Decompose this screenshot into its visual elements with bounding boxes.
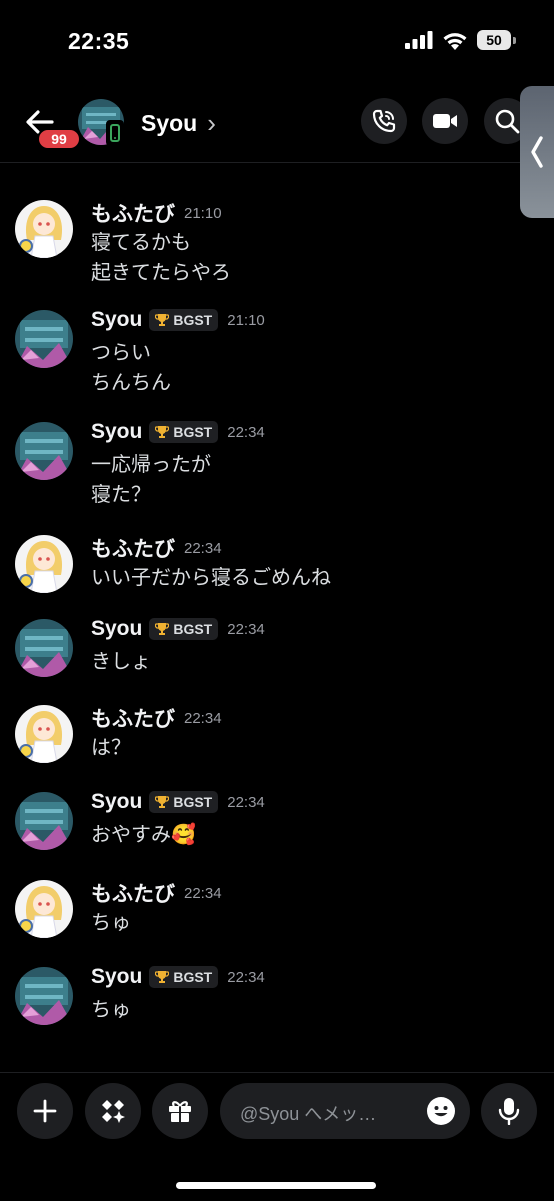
message-timestamp: 22:34 — [227, 620, 265, 638]
guild-tag[interactable]: BGST — [149, 791, 219, 813]
gift-button[interactable] — [152, 1083, 208, 1139]
user-avatar[interactable] — [15, 422, 73, 480]
author-name[interactable]: もふたび — [91, 878, 175, 908]
plus-icon — [33, 1099, 57, 1123]
message-header: Syou BGST 22:34 — [91, 617, 265, 641]
status-icons: 50 — [405, 30, 516, 50]
microphone-icon — [498, 1098, 520, 1125]
message-header: もふたび 22:34 — [91, 878, 222, 908]
video-call-button[interactable] — [422, 98, 468, 144]
message-text: ちゅ — [91, 997, 131, 1021]
message-timestamp: 22:34 — [184, 709, 222, 727]
message-timestamp: 22:34 — [227, 968, 265, 986]
guild-tag-label: BGST — [173, 424, 213, 440]
attach-button[interactable] — [17, 1083, 73, 1139]
message-text: いい子だから寝るごめんね — [91, 565, 331, 589]
guild-tag[interactable]: BGST — [149, 966, 219, 988]
voice-call-button[interactable] — [361, 98, 407, 144]
channel-title[interactable]: Syou › — [141, 108, 216, 139]
author-name[interactable]: もふたび — [91, 703, 175, 733]
author-name[interactable]: Syou — [91, 790, 142, 814]
guild-tag[interactable]: BGST — [149, 421, 219, 443]
message-text: ちんちん — [91, 370, 171, 394]
status-time: 22:35 — [68, 28, 130, 54]
trophy-icon — [155, 796, 170, 808]
guild-tag-label: BGST — [173, 794, 213, 810]
message-timestamp: 21:10 — [227, 311, 265, 329]
mobile-online-icon — [106, 120, 124, 146]
video-camera-icon — [433, 114, 457, 128]
guild-tag-label: BGST — [173, 621, 213, 637]
message-timestamp: 22:34 — [227, 793, 265, 811]
message-header: Syou BGST 22:34 — [91, 965, 265, 989]
user-avatar[interactable] — [15, 967, 73, 1025]
author-name[interactable]: Syou — [91, 308, 142, 332]
apps-button[interactable] — [85, 1083, 141, 1139]
message-text: 寝てるかも — [91, 230, 191, 254]
battery-level: 50 — [477, 30, 511, 50]
message-timestamp: 22:34 — [184, 539, 222, 557]
user-avatar[interactable] — [15, 705, 73, 763]
home-indicator — [176, 1182, 376, 1189]
user-avatar[interactable] — [15, 619, 73, 677]
trophy-icon — [155, 314, 170, 326]
user-avatar[interactable] — [15, 792, 73, 850]
battery-icon: 50 — [477, 30, 516, 50]
message-text: きしょ — [91, 649, 151, 673]
message-text: ちゅ — [91, 910, 131, 934]
emoji-icon[interactable] — [426, 1096, 456, 1126]
user-avatar[interactable] — [15, 880, 73, 938]
search-icon — [495, 109, 520, 134]
guild-tag[interactable]: BGST — [149, 618, 219, 640]
message-list[interactable]: もふたび 21:10 寝てるかも起きてたらやろ Syou BGST 21:10 つらいちんち… — [0, 162, 554, 1062]
message-input-placeholder: @Syou へメッ… — [240, 1104, 377, 1124]
wifi-icon — [443, 32, 467, 50]
author-name[interactable]: もふたび — [91, 198, 175, 228]
apps-sparkle-icon — [102, 1100, 125, 1123]
message-text: 一応帰ったが — [91, 452, 211, 476]
message-header: Syou BGST 21:10 — [91, 308, 265, 332]
phone-call-icon — [372, 109, 396, 133]
guild-tag-label: BGST — [173, 969, 213, 985]
author-name[interactable]: Syou — [91, 617, 142, 641]
message-header: Syou BGST 22:34 — [91, 790, 265, 814]
message-header: Syou BGST 22:34 — [91, 420, 265, 444]
message-timestamp: 22:34 — [184, 884, 222, 902]
message-header: もふたび 21:10 — [91, 198, 222, 228]
author-name[interactable]: もふたび — [91, 533, 175, 563]
message-text: 起きてたらやろ — [91, 260, 231, 284]
author-name[interactable]: Syou — [91, 965, 142, 989]
user-avatar[interactable] — [15, 310, 73, 368]
unread-badge: 99 — [37, 128, 81, 150]
user-avatar[interactable] — [15, 200, 73, 258]
message-timestamp: 21:10 — [184, 204, 222, 222]
chevron-right-icon: › — [207, 108, 216, 138]
message-header: もふたび 22:34 — [91, 703, 222, 733]
trophy-icon — [155, 426, 170, 438]
status-bar: 22:35 50 — [0, 0, 554, 80]
message-header: もふたび 22:34 — [91, 533, 222, 563]
message-input[interactable]: @Syou へメッ… — [220, 1083, 470, 1139]
cellular-signal-icon — [405, 31, 433, 49]
trophy-icon — [155, 971, 170, 983]
message-text: は？ — [91, 735, 131, 759]
guild-tag[interactable]: BGST — [149, 309, 219, 331]
gift-icon — [169, 1101, 191, 1122]
guild-tag-label: BGST — [173, 312, 213, 328]
user-avatar[interactable] — [15, 535, 73, 593]
author-name[interactable]: Syou — [91, 420, 142, 444]
message-timestamp: 22:34 — [227, 423, 265, 441]
message-text: つらい — [91, 340, 151, 364]
channel-name: Syou — [141, 110, 198, 136]
message-text: 寝た？ — [91, 482, 151, 506]
message-text: おやすみ🥰 — [91, 822, 196, 846]
voice-message-button[interactable] — [481, 1083, 537, 1139]
trophy-icon — [155, 623, 170, 635]
